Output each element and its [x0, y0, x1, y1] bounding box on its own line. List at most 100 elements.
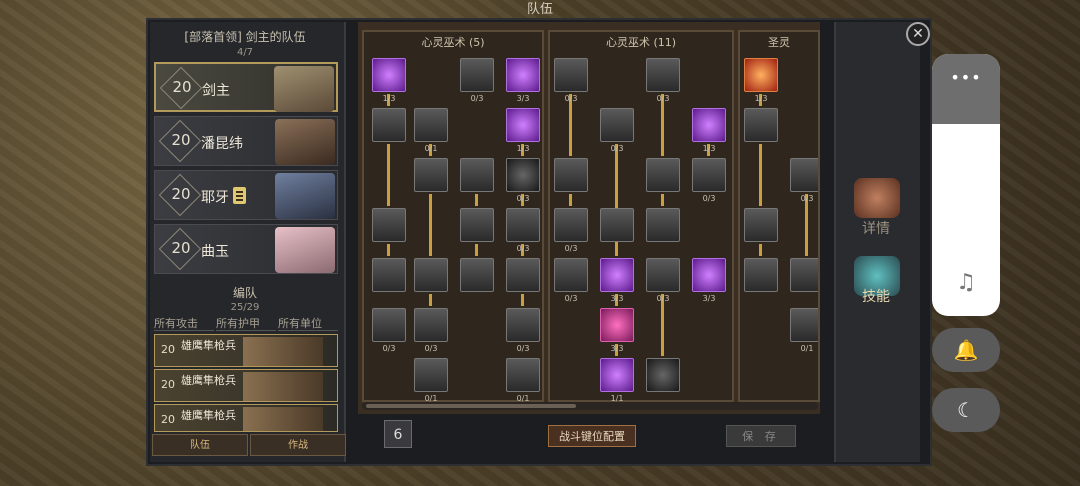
skill-node[interactable]: 1/1 [600, 358, 634, 403]
skill-node-count: 0/3 [656, 294, 670, 303]
skill-node-count: 0/3 [382, 344, 396, 353]
unit-row[interactable]: 20 雄鹰隼枪兵 [154, 369, 338, 402]
skill-node-count: 3/3 [610, 294, 624, 303]
save-button[interactable]: 保 存 [726, 425, 796, 447]
skill-node[interactable] [744, 258, 778, 292]
skill-node[interactable]: 3/3 [600, 258, 634, 303]
skill-node[interactable]: 0/3 [600, 108, 634, 153]
skill-node[interactable] [646, 208, 680, 242]
bell-icon[interactable]: 🔔 [932, 328, 1000, 372]
volume-slider-panel[interactable]: ••• ♫ [932, 54, 1000, 316]
skill-node[interactable]: 0/3 [460, 58, 494, 103]
skill-node[interactable]: 3/3 [506, 58, 540, 103]
unit-name: 雄鹰隼枪兵 [181, 374, 236, 387]
skills-tab[interactable]: 技能 [836, 286, 916, 306]
close-icon[interactable]: ✕ [906, 22, 930, 46]
filter-unit[interactable]: 所有单位 [278, 316, 338, 331]
tab-team[interactable]: 队伍 [152, 434, 248, 456]
skill-node[interactable]: 1/3 [744, 58, 778, 103]
skill-node-count: 0/3 [564, 244, 578, 253]
hero-card[interactable]: 20 剑主 [154, 62, 338, 112]
skill-arrow [429, 294, 432, 306]
skill-node[interactable]: 0/3 [372, 308, 406, 353]
hero-card[interactable]: 20 曲玉 [154, 224, 338, 274]
hero-portrait [275, 119, 335, 165]
skill-node[interactable]: 0/3 [646, 258, 680, 303]
skill-node-count: 3/3 [610, 344, 624, 353]
filter-attack[interactable]: 所有攻击 [154, 316, 214, 331]
skill-node[interactable]: 0/1 [414, 108, 448, 153]
horizontal-scrollbar[interactable] [362, 402, 818, 410]
skill-node[interactable] [744, 108, 778, 142]
skill-node[interactable]: 3/3 [600, 308, 634, 353]
skill-node[interactable] [414, 158, 448, 192]
skill-node[interactable]: 0/1 [790, 308, 818, 353]
skill-tree-title: 心灵巫术 (5) [421, 36, 485, 49]
skill-node-count: 0/3 [564, 294, 578, 303]
skill-node[interactable] [600, 208, 634, 242]
tab-battle[interactable]: 作战 [250, 434, 346, 456]
skill-node[interactable] [460, 258, 494, 292]
skill-node[interactable] [372, 258, 406, 292]
document-icon [233, 187, 246, 204]
hero-card[interactable]: 20 耶牙 [154, 170, 338, 220]
skill-node[interactable] [460, 158, 494, 192]
strength-arm-icon[interactable] [854, 178, 900, 218]
skill-node[interactable]: 1/3 [372, 58, 406, 103]
skill-node[interactable]: 0/3 [506, 208, 540, 253]
team-sidebar: [部落首领] 剑主的队伍 4/7 20 剑主 20 潘昆纬 20 耶牙 20 曲… [150, 22, 346, 462]
skill-node[interactable] [744, 208, 778, 242]
skill-node-count: 1/3 [754, 94, 768, 103]
unit-level: 20 [161, 343, 175, 356]
skill-arrow [475, 194, 478, 206]
skill-node[interactable]: 0/3 [554, 58, 588, 103]
skill-node[interactable]: 1/3 [692, 108, 726, 153]
filter-armor[interactable]: 所有护甲 [216, 316, 276, 331]
skill-node[interactable]: 0/3 [506, 308, 540, 353]
skill-arrow [521, 294, 524, 306]
skill-tree-2: 心灵巫术 (11) 0/3 0/3 0/3 1/3 0/3 0/3 0/3 3/3 0/3 3/3… [548, 30, 734, 403]
skill-tree-panel: 心灵巫术 (5) 1/3 0/3 3/3 0/1 1/3 0/3 0/3 0/3 0/3 0/3 0… [358, 22, 820, 414]
skill-node[interactable]: 0/3 [692, 158, 726, 203]
skill-node[interactable]: 0/3 [554, 258, 588, 303]
hero-level: 20 [171, 239, 191, 257]
hero-card[interactable]: 20 潘昆纬 [154, 116, 338, 166]
skill-node-count: 0/3 [564, 94, 578, 103]
skill-node[interactable] [646, 358, 680, 392]
unit-row[interactable]: 20 雄鹰隼枪兵 [154, 404, 338, 432]
hero-name: 潘昆纬 [201, 136, 243, 152]
skill-node[interactable]: 0/3 [506, 158, 540, 203]
skill-node[interactable]: 0/1 [506, 358, 540, 403]
skill-node[interactable] [460, 208, 494, 242]
skill-node[interactable]: 0/3 [790, 158, 818, 203]
skill-node[interactable]: 1/3 [506, 108, 540, 153]
skill-node[interactable] [414, 258, 448, 292]
skill-node[interactable] [372, 108, 406, 142]
skill-node-count: 1/3 [382, 94, 396, 103]
leader-count: 4/7 [236, 47, 254, 58]
formation-title: 编队 [232, 286, 257, 300]
skill-arrow [569, 94, 572, 156]
hero-portrait [275, 173, 335, 219]
battle-keymap-button[interactable]: 战斗键位配置 [548, 425, 636, 447]
unit-image [243, 337, 323, 366]
unit-row[interactable]: 20 雄鹰隼枪兵 [154, 334, 338, 367]
formation-count: 25/29 [230, 302, 260, 313]
skill-node[interactable]: 0/3 [414, 308, 448, 353]
more-icon[interactable]: ••• [932, 68, 1000, 87]
moon-icon[interactable]: ☾ [932, 388, 1000, 432]
skill-node[interactable]: 0/3 [554, 208, 588, 253]
skill-node[interactable] [554, 158, 588, 192]
skill-node[interactable] [506, 258, 540, 292]
skill-node[interactable] [646, 158, 680, 192]
skill-node-count: 1/3 [516, 144, 530, 153]
details-tab[interactable]: 详情 [836, 218, 916, 238]
scrollbar-thumb[interactable] [366, 404, 576, 408]
skill-node-count: 0/3 [702, 194, 716, 203]
skill-node[interactable]: 0/1 [414, 358, 448, 403]
skill-node[interactable]: 3/3 [692, 258, 726, 303]
skill-node[interactable]: 0/3 [646, 58, 680, 103]
skill-node[interactable] [790, 258, 818, 292]
skill-tree-title: 圣灵 [768, 36, 790, 49]
skill-node[interactable] [372, 208, 406, 242]
